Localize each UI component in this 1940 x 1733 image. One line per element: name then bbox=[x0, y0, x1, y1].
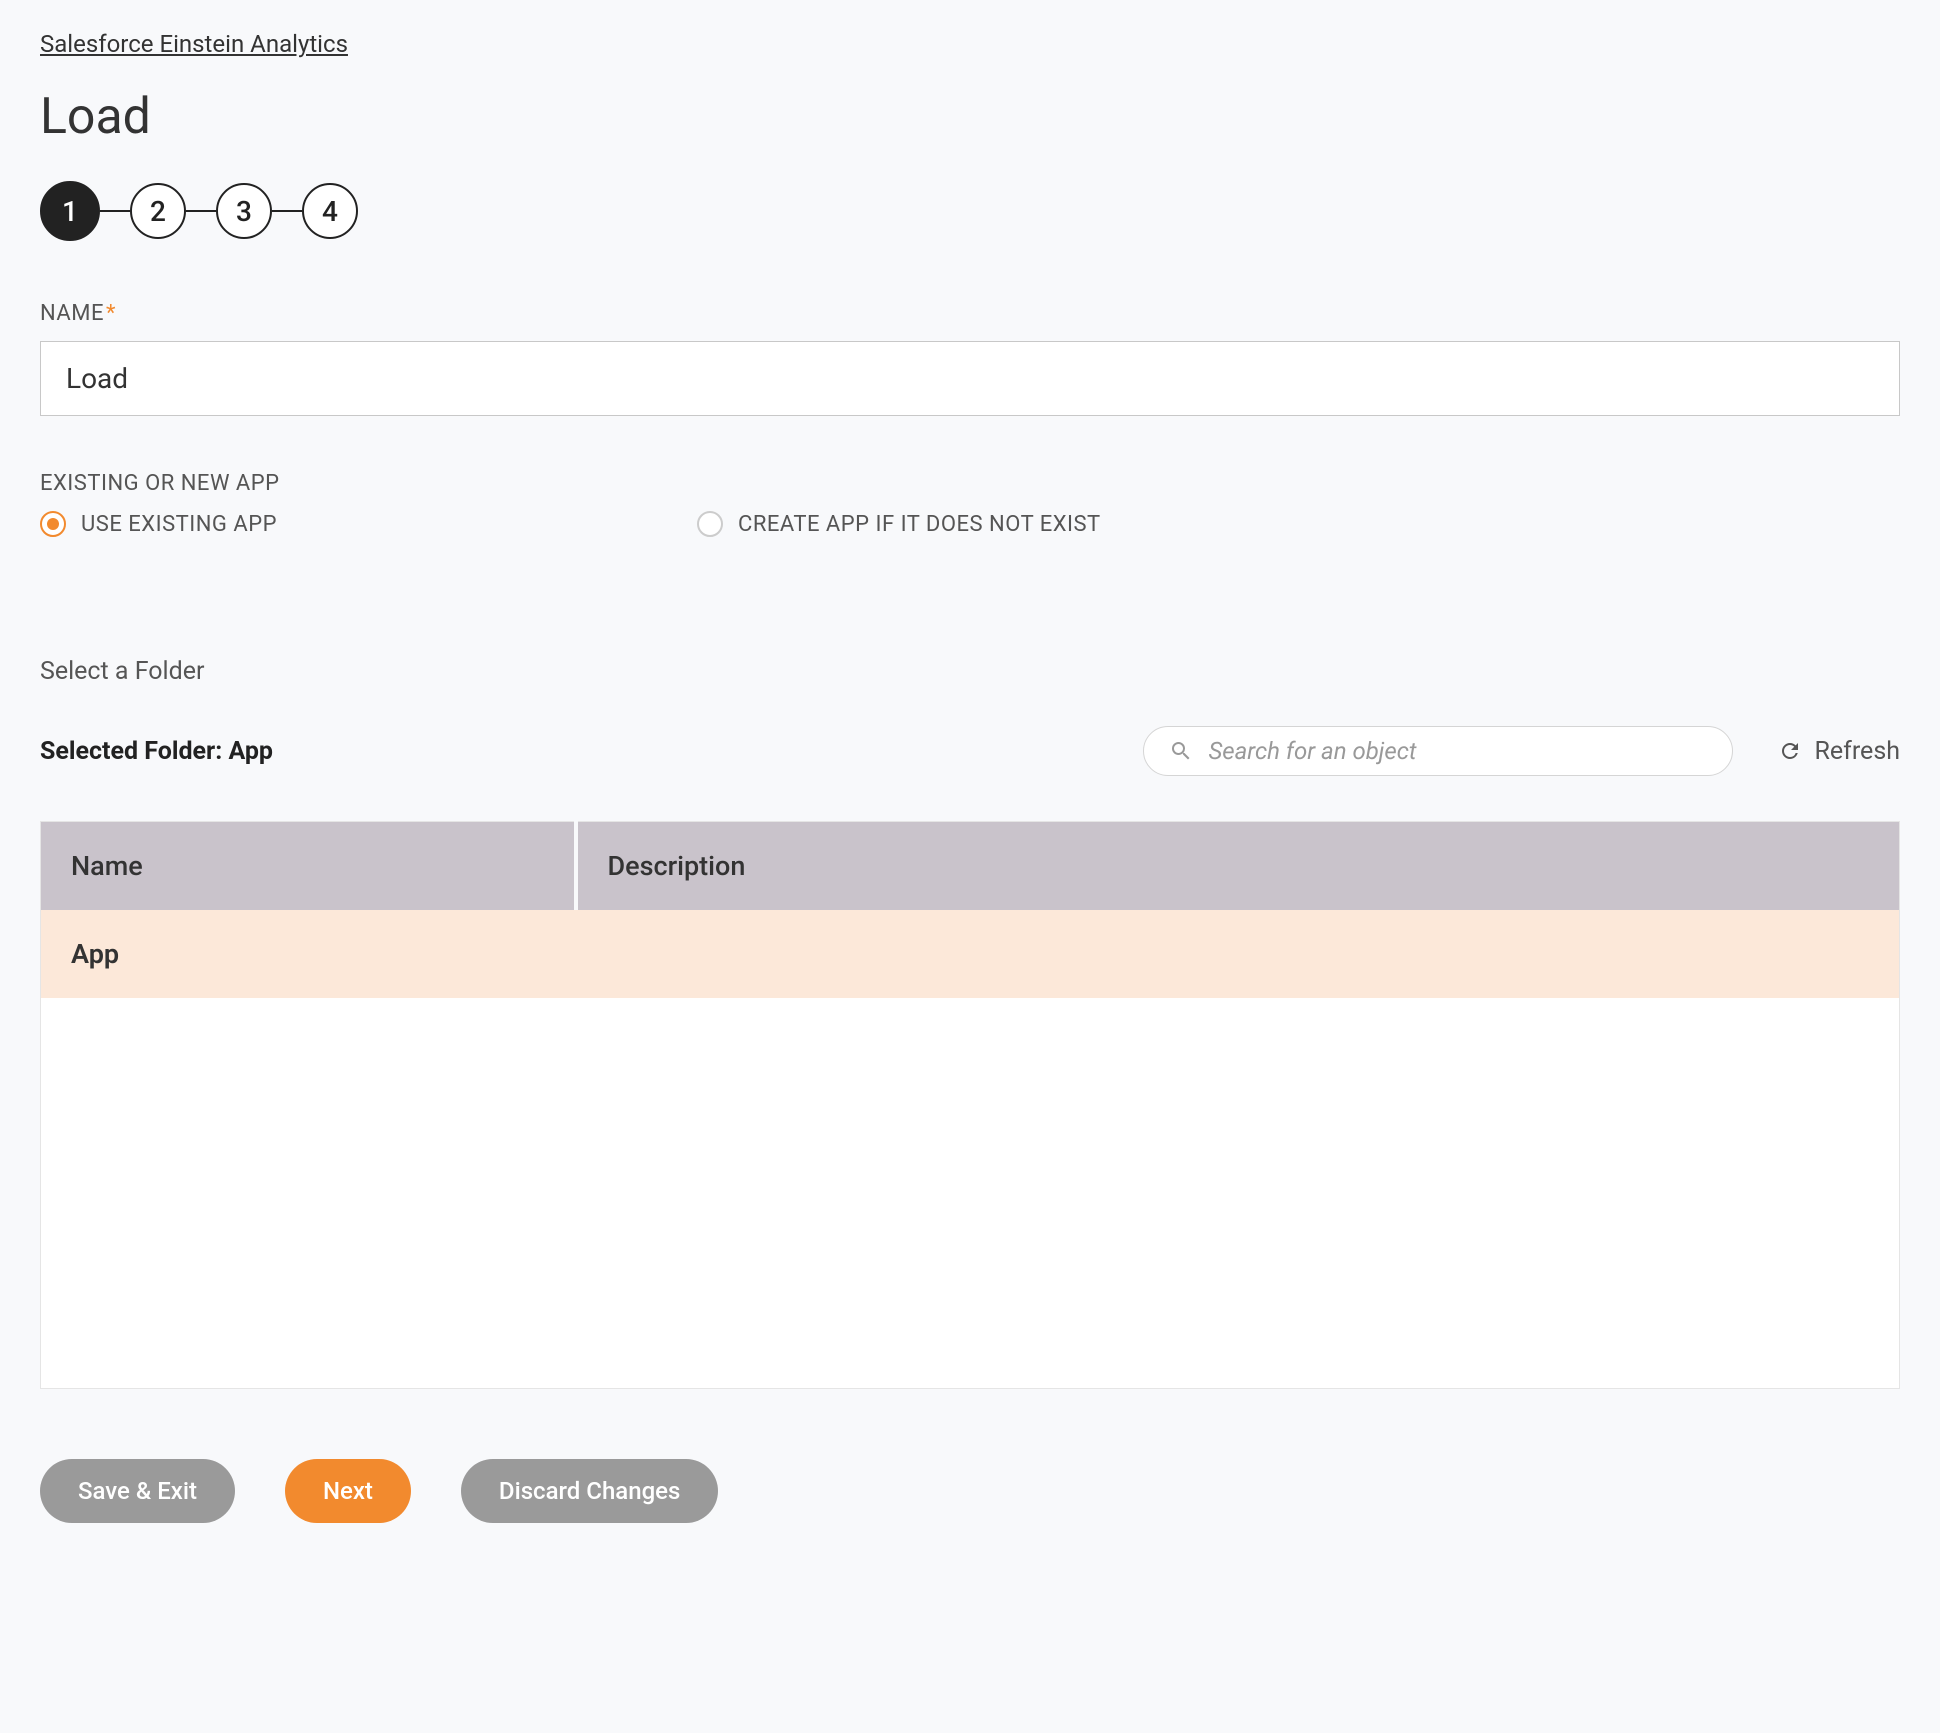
name-label: NAME* bbox=[40, 301, 1900, 326]
radio-circle-icon bbox=[40, 511, 66, 537]
refresh-icon bbox=[1778, 739, 1802, 763]
name-label-text: NAME bbox=[40, 301, 104, 326]
step-3[interactable]: 3 bbox=[216, 183, 272, 239]
step-connector bbox=[186, 210, 216, 212]
search-input[interactable] bbox=[1208, 737, 1707, 765]
radio-dot-icon bbox=[47, 518, 59, 530]
page-title: Load bbox=[40, 88, 1900, 146]
button-row: Save & Exit Next Discard Changes bbox=[40, 1459, 1900, 1523]
table-cell-name: App bbox=[41, 910, 576, 998]
folder-table: Name Description App bbox=[40, 821, 1900, 1389]
name-input[interactable] bbox=[40, 341, 1900, 416]
discard-button[interactable]: Discard Changes bbox=[461, 1459, 718, 1523]
step-connector bbox=[272, 210, 302, 212]
selected-folder-value: App bbox=[228, 737, 273, 766]
stepper: 1 2 3 4 bbox=[40, 181, 1900, 241]
app-choice-label: EXISTING OR NEW APP bbox=[40, 471, 1900, 496]
table-header-name[interactable]: Name bbox=[41, 822, 576, 911]
radio-use-existing-label: USE EXISTING APP bbox=[81, 512, 277, 537]
radio-create-app[interactable]: CREATE APP IF IT DOES NOT EXIST bbox=[697, 511, 1101, 537]
table-row[interactable]: App bbox=[41, 910, 1900, 998]
selected-folder-prefix: Selected Folder: bbox=[40, 737, 228, 766]
next-button[interactable]: Next bbox=[285, 1459, 411, 1523]
radio-create-app-label: CREATE APP IF IT DOES NOT EXIST bbox=[738, 512, 1101, 537]
search-box[interactable] bbox=[1143, 726, 1733, 776]
table-cell-description bbox=[576, 910, 1900, 998]
table-empty-area bbox=[41, 998, 1900, 1388]
refresh-label: Refresh bbox=[1814, 737, 1900, 766]
step-connector bbox=[100, 210, 130, 212]
app-choice-group: USE EXISTING APP CREATE APP IF IT DOES N… bbox=[40, 511, 1900, 537]
breadcrumb-link[interactable]: Salesforce Einstein Analytics bbox=[40, 30, 348, 58]
refresh-button[interactable]: Refresh bbox=[1778, 737, 1900, 766]
save-exit-button[interactable]: Save & Exit bbox=[40, 1459, 235, 1523]
selected-folder-text: Selected Folder: App bbox=[40, 737, 273, 766]
step-1[interactable]: 1 bbox=[40, 181, 100, 241]
select-folder-label: Select a Folder bbox=[40, 657, 1900, 686]
table-header-description[interactable]: Description bbox=[576, 822, 1900, 911]
search-icon bbox=[1169, 739, 1193, 763]
required-star: * bbox=[106, 301, 116, 326]
radio-use-existing[interactable]: USE EXISTING APP bbox=[40, 511, 277, 537]
step-2[interactable]: 2 bbox=[130, 183, 186, 239]
step-4[interactable]: 4 bbox=[302, 183, 358, 239]
radio-circle-icon bbox=[697, 511, 723, 537]
